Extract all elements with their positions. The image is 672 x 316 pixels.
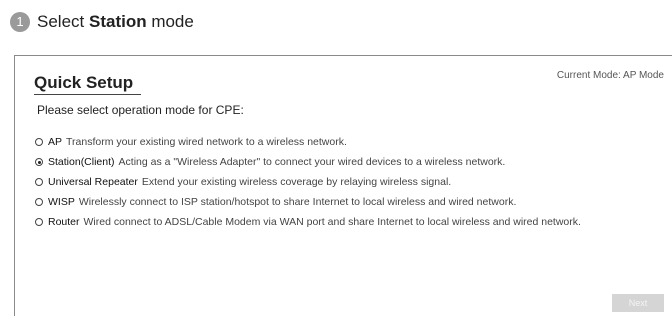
step-title-mode: Station bbox=[88, 12, 147, 31]
mode-description-universal-repeater: Extend your existing wireless coverage b… bbox=[141, 176, 452, 188]
mode-description-router: Wired connect to ADSL/Cable Modem via WA… bbox=[83, 216, 581, 228]
step-title: Select Station mode bbox=[37, 12, 194, 32]
current-mode-label: Current Mode: AP Mode bbox=[556, 70, 664, 81]
radio-button-ap[interactable] bbox=[35, 138, 43, 146]
mode-description-ap: Transform your existing wired network to… bbox=[66, 136, 347, 148]
mode-option-ap[interactable]: AP Transform your existing wired network… bbox=[35, 132, 581, 152]
step-number-badge: 1 bbox=[10, 12, 30, 32]
mode-list: AP Transform your existing wired network… bbox=[35, 132, 581, 232]
panel-title: Quick Setup bbox=[34, 73, 134, 92]
mode-option-universal-repeater[interactable]: Universal Repeater Extend your existing … bbox=[35, 172, 581, 192]
mode-name-station: Station(Client) bbox=[48, 156, 115, 168]
title-underline bbox=[34, 94, 141, 95]
mode-name-wisp: WISP bbox=[48, 196, 75, 208]
radio-button-router[interactable] bbox=[35, 218, 43, 226]
next-button[interactable]: Next bbox=[612, 294, 664, 312]
mode-name-router: Router bbox=[48, 216, 80, 228]
radio-button-wisp[interactable] bbox=[35, 198, 43, 206]
operation-mode-prompt: Please select operation mode for CPE: bbox=[37, 103, 244, 117]
mode-description-station: Acting as a "Wireless Adapter" to connec… bbox=[118, 156, 506, 168]
quick-setup-panel: Quick Setup Current Mode: AP Mode Please… bbox=[14, 55, 672, 316]
mode-name-universal-repeater: Universal Repeater bbox=[48, 176, 138, 188]
radio-button-universal-repeater[interactable] bbox=[35, 178, 43, 186]
mode-option-router[interactable]: Router Wired connect to ADSL/Cable Modem… bbox=[35, 212, 581, 232]
mode-option-wisp[interactable]: WISP Wirelessly connect to ISP station/h… bbox=[35, 192, 581, 212]
mode-name-ap: AP bbox=[48, 136, 63, 148]
mode-description-wisp: Wirelessly connect to ISP station/hotspo… bbox=[78, 196, 517, 208]
mode-option-station[interactable]: Station(Client) Acting as a "Wireless Ad… bbox=[35, 152, 581, 172]
step-title-prefix: Select bbox=[37, 12, 89, 31]
step-header: 1 Select Station mode bbox=[10, 12, 194, 32]
step-title-suffix: mode bbox=[146, 12, 194, 31]
radio-button-station[interactable] bbox=[35, 158, 43, 166]
